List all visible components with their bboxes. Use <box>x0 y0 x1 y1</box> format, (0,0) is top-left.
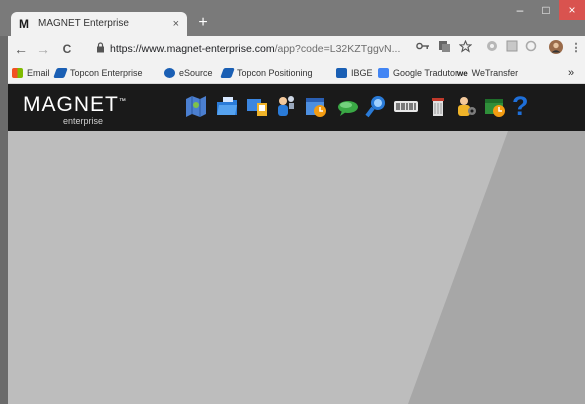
wetransfer-icon: we <box>457 68 468 78</box>
translate-icon <box>378 68 389 78</box>
extension-square-icon[interactable] <box>504 40 520 56</box>
trash-icon[interactable] <box>426 93 450 119</box>
help-icon[interactable]: ? <box>512 93 538 120</box>
bookmark-google-tradutor[interactable]: Google Tradutor <box>378 66 458 80</box>
translate-page-icon[interactable] <box>436 40 452 56</box>
tab-strip: M MAGNET Enterprise × + – □ × <box>0 0 585 36</box>
folders-icon[interactable] <box>215 93 239 119</box>
bookmark-esource[interactable]: eSource <box>164 66 213 80</box>
bookmarks-more-button[interactable]: » <box>568 66 574 80</box>
esource-icon <box>164 68 175 78</box>
admin-user-icon[interactable] <box>454 93 478 119</box>
magnet-logo[interactable]: MAGNET™ enterprise <box>23 91 127 127</box>
bookmark-wetransfer[interactable]: we WeTransfer <box>457 66 518 80</box>
magnet-favicon-icon: M <box>19 17 29 31</box>
profile-avatar-icon[interactable] <box>548 40 564 56</box>
barcode-scanner-icon[interactable] <box>393 93 419 119</box>
browser-window: M MAGNET Enterprise × + – □ × ← → C http… <box>0 0 585 404</box>
back-button[interactable]: ← <box>12 40 30 58</box>
url-text: https://www.magnet-enterprise.com/app?co… <box>110 43 401 55</box>
key-icon[interactable] <box>415 40 431 56</box>
schedule-icon[interactable] <box>483 93 507 119</box>
devices-icon[interactable] <box>245 93 269 119</box>
lock-icon <box>96 42 105 56</box>
star-icon[interactable] <box>457 39 473 56</box>
extension-circle-icon[interactable] <box>484 40 500 56</box>
main-content <box>8 131 585 404</box>
pin-search-icon[interactable] <box>364 93 388 119</box>
tab-close-icon[interactable]: × <box>173 17 179 31</box>
users-icon[interactable] <box>274 93 298 119</box>
reload-button[interactable]: C <box>58 40 76 58</box>
ms-apps-icon <box>12 68 23 78</box>
bookmarks-bar: Email Topcon Enterprise eSource Topcon P… <box>8 62 585 84</box>
forward-button[interactable]: → <box>34 40 52 58</box>
map-icon[interactable] <box>184 93 208 119</box>
close-window-button[interactable]: × <box>559 0 585 20</box>
bookmark-email[interactable]: Email <box>12 66 50 80</box>
topcon-icon <box>220 68 235 78</box>
app-header: MAGNET™ enterprise ? <box>8 84 585 131</box>
maximize-button[interactable]: □ <box>533 0 559 20</box>
new-tab-button[interactable]: + <box>193 13 213 33</box>
bookmark-ibge[interactable]: IBGE <box>336 66 373 80</box>
tab-title: MAGNET Enterprise <box>38 18 129 29</box>
bookmark-topcon-positioning[interactable]: Topcon Positioning <box>220 66 313 80</box>
ibge-icon <box>336 68 347 78</box>
menu-dots-icon[interactable]: ⋮ <box>568 40 584 56</box>
minimize-button[interactable]: – <box>507 0 533 20</box>
tab-magnet[interactable]: M MAGNET Enterprise × <box>11 12 187 36</box>
background-shape <box>8 131 585 404</box>
topcon-icon <box>53 68 68 78</box>
chat-icon[interactable] <box>336 93 360 119</box>
address-bar[interactable]: https://www.magnet-enterprise.com/app?co… <box>94 39 466 59</box>
extension-ring-icon[interactable] <box>523 40 539 56</box>
browser-toolbar: ← → C https://www.magnet-enterprise.com/… <box>8 36 585 62</box>
bookmark-topcon-enterprise[interactable]: Topcon Enterprise <box>53 66 143 80</box>
calendar-icon[interactable] <box>304 93 328 119</box>
